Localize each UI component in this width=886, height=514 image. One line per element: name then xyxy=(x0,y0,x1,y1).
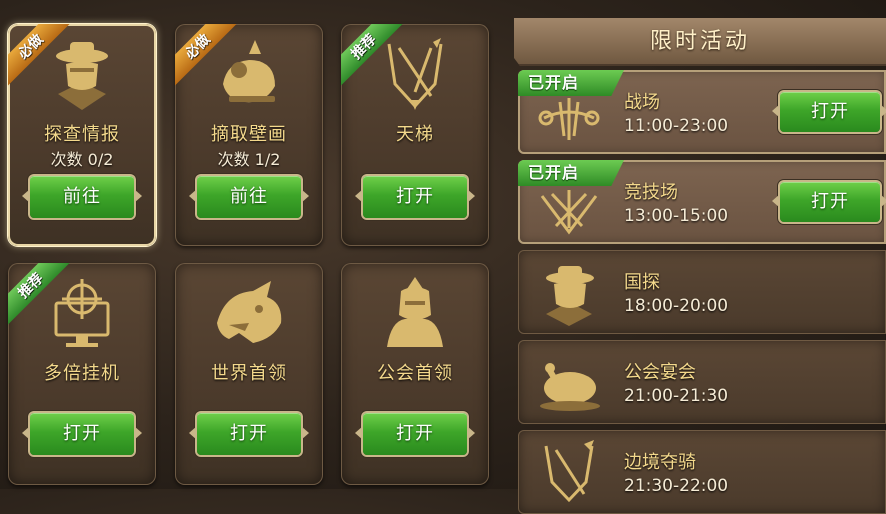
dragon-head-icon xyxy=(217,281,282,343)
activity-card-spy-intel[interactable]: 必做 探查情报 次数 0/2 前往 xyxy=(8,24,156,246)
event-time: 21:00-21:30 xyxy=(624,386,729,406)
card-title: 探查情报 xyxy=(44,124,120,145)
event-time: 13:00-15:00 xyxy=(624,206,729,226)
event-row-national-spy[interactable]: 国探 18:00-20:00 xyxy=(518,250,886,334)
open-button[interactable]: 打开 xyxy=(780,182,880,222)
attempts-count: 次数 0/2 xyxy=(50,150,114,169)
activity-card-multi-idle[interactable]: 推荐 多倍挂机 打开 xyxy=(8,263,156,485)
card-title: 天梯 xyxy=(396,124,434,145)
crosshair-monitor-icon xyxy=(54,279,110,347)
event-row-border-raid[interactable]: 边境夺骑 21:30-22:00 xyxy=(518,430,886,514)
card-title: 摘取壁画 xyxy=(211,124,287,145)
battlefield-swords-icon xyxy=(538,98,600,140)
event-name: 竞技场 xyxy=(624,182,678,203)
armored-knight-icon xyxy=(387,277,443,347)
spy-detective-icon xyxy=(56,42,108,110)
event-name: 国探 xyxy=(624,272,660,293)
go-button[interactable]: 前往 xyxy=(30,176,134,218)
activity-card-ladder[interactable]: 推荐 天梯 打开 xyxy=(341,24,489,246)
event-name: 公会宴会 xyxy=(624,362,696,383)
event-time: 18:00-20:00 xyxy=(624,296,729,316)
roast-chicken-icon xyxy=(540,363,600,411)
attempts-count: 次数 1/2 xyxy=(217,150,281,169)
arena-crossed-weapons-icon xyxy=(540,190,598,235)
event-time: 21:30-22:00 xyxy=(624,476,729,496)
panel-title: 限时活动 xyxy=(649,29,750,54)
ladder-shield-icon xyxy=(387,38,443,110)
open-button[interactable]: 打开 xyxy=(30,413,134,455)
card-title: 世界首领 xyxy=(211,363,287,384)
mural-thief-icon xyxy=(223,40,275,103)
timed-events-header: 限时活动 xyxy=(514,18,886,66)
event-row-guild-feast[interactable]: 公会宴会 21:00-21:30 xyxy=(518,340,886,424)
card-title: 公会首领 xyxy=(377,363,453,384)
event-name: 边境夺骑 xyxy=(624,452,696,473)
open-button[interactable]: 打开 xyxy=(363,176,467,218)
activity-card-mural[interactable]: 必做 摘取壁画 次数 1/2 前往 xyxy=(175,24,323,246)
activity-card-world-boss[interactable]: 世界首领 打开 xyxy=(175,263,323,485)
open-button[interactable]: 打开 xyxy=(780,92,880,132)
event-row-arena[interactable]: 已开启 竞技场 13:00-15:00 打开 xyxy=(518,160,886,244)
activity-card-guild-boss[interactable]: 公会首领 打开 xyxy=(341,263,489,485)
card-title: 多倍挂机 xyxy=(44,363,120,384)
open-button[interactable]: 打开 xyxy=(197,413,301,455)
spy-detective-icon xyxy=(546,266,594,326)
event-time: 11:00-23:00 xyxy=(624,116,729,136)
border-spear-icon xyxy=(544,440,594,503)
event-name: 战场 xyxy=(624,92,660,113)
open-button[interactable]: 打开 xyxy=(363,413,467,455)
go-button[interactable]: 前往 xyxy=(197,176,301,218)
event-row-battlefield[interactable]: 已开启 战场 11:00-23:00 打开 xyxy=(518,70,886,154)
